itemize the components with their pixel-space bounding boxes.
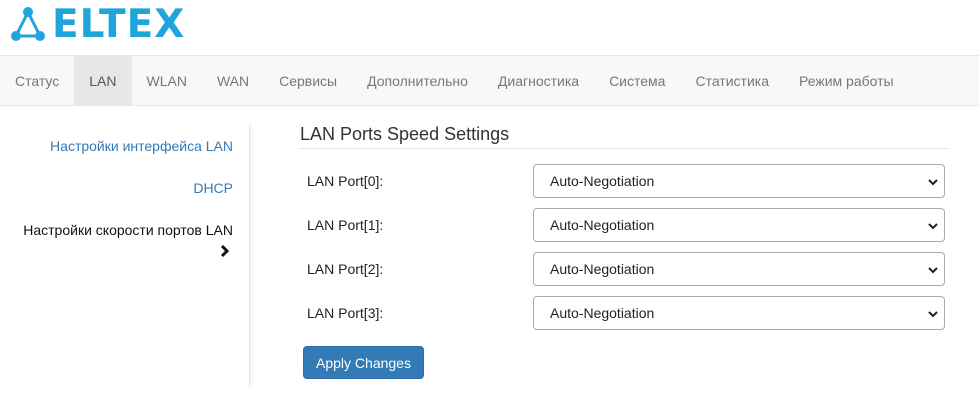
top-navbar: Статус LAN WLAN WAN Сервисы Дополнительн… [0, 55, 979, 106]
sidebar-item-dhcp[interactable]: DHCP [193, 180, 233, 196]
nav-tab-status[interactable]: Статус [0, 56, 74, 105]
port-row: LAN Port[3]: Auto-Negotiation [300, 296, 950, 330]
nav-tab-services[interactable]: Сервисы [264, 56, 352, 105]
select-value: Auto-Negotiation [550, 261, 655, 277]
port-row: LAN Port[2]: Auto-Negotiation [300, 252, 950, 286]
chevron-down-icon [928, 223, 938, 230]
port-row: LAN Port[0]: Auto-Negotiation [300, 164, 950, 198]
sidebar-item-lan-interface[interactable]: Настройки интерфейса LAN [50, 138, 233, 154]
port-label: LAN Port[1]: [307, 217, 384, 233]
chevron-down-icon [928, 311, 938, 318]
port-3-speed-select[interactable]: Auto-Negotiation [533, 296, 945, 330]
port-0-speed-select[interactable]: Auto-Negotiation [533, 164, 945, 198]
port-label: LAN Port[2]: [307, 261, 384, 277]
brand-name: ELTEX [52, 2, 186, 47]
port-row: LAN Port[1]: Auto-Negotiation [300, 208, 950, 242]
port-1-speed-select[interactable]: Auto-Negotiation [533, 208, 945, 242]
select-value: Auto-Negotiation [550, 173, 655, 189]
main-content: LAN Ports Speed Settings LAN Port[0]: Au… [300, 124, 950, 379]
eltex-network-logo-icon [11, 7, 45, 41]
nav-tab-advanced[interactable]: Дополнительно [352, 56, 483, 105]
select-value: Auto-Negotiation [550, 305, 655, 321]
chevron-down-icon [928, 179, 938, 186]
nav-tab-operation-mode[interactable]: Режим работы [784, 56, 909, 105]
sidebar: Настройки интерфейса LAN DHCP Настройки … [0, 124, 250, 386]
nav-tab-statistics[interactable]: Статистика [680, 56, 784, 105]
nav-tab-diagnostics[interactable]: Диагностика [483, 56, 594, 105]
port-label: LAN Port[0]: [307, 173, 384, 189]
select-value: Auto-Negotiation [550, 217, 655, 233]
apply-changes-button[interactable]: Apply Changes [303, 346, 424, 379]
page-title: LAN Ports Speed Settings [300, 124, 950, 149]
port-2-speed-select[interactable]: Auto-Negotiation [533, 252, 945, 286]
nav-tab-lan[interactable]: LAN [74, 56, 132, 105]
chevron-right-icon [220, 244, 230, 258]
sidebar-item-lan-port-speed[interactable]: Настройки скорости портов LAN [23, 222, 233, 238]
brand-logo: ELTEX [8, 4, 185, 46]
nav-tab-wlan[interactable]: WLAN [132, 56, 202, 105]
nav-tab-system[interactable]: Система [594, 56, 680, 105]
port-label: LAN Port[3]: [307, 305, 384, 321]
chevron-down-icon [928, 267, 938, 274]
nav-tab-wan[interactable]: WAN [202, 56, 264, 105]
